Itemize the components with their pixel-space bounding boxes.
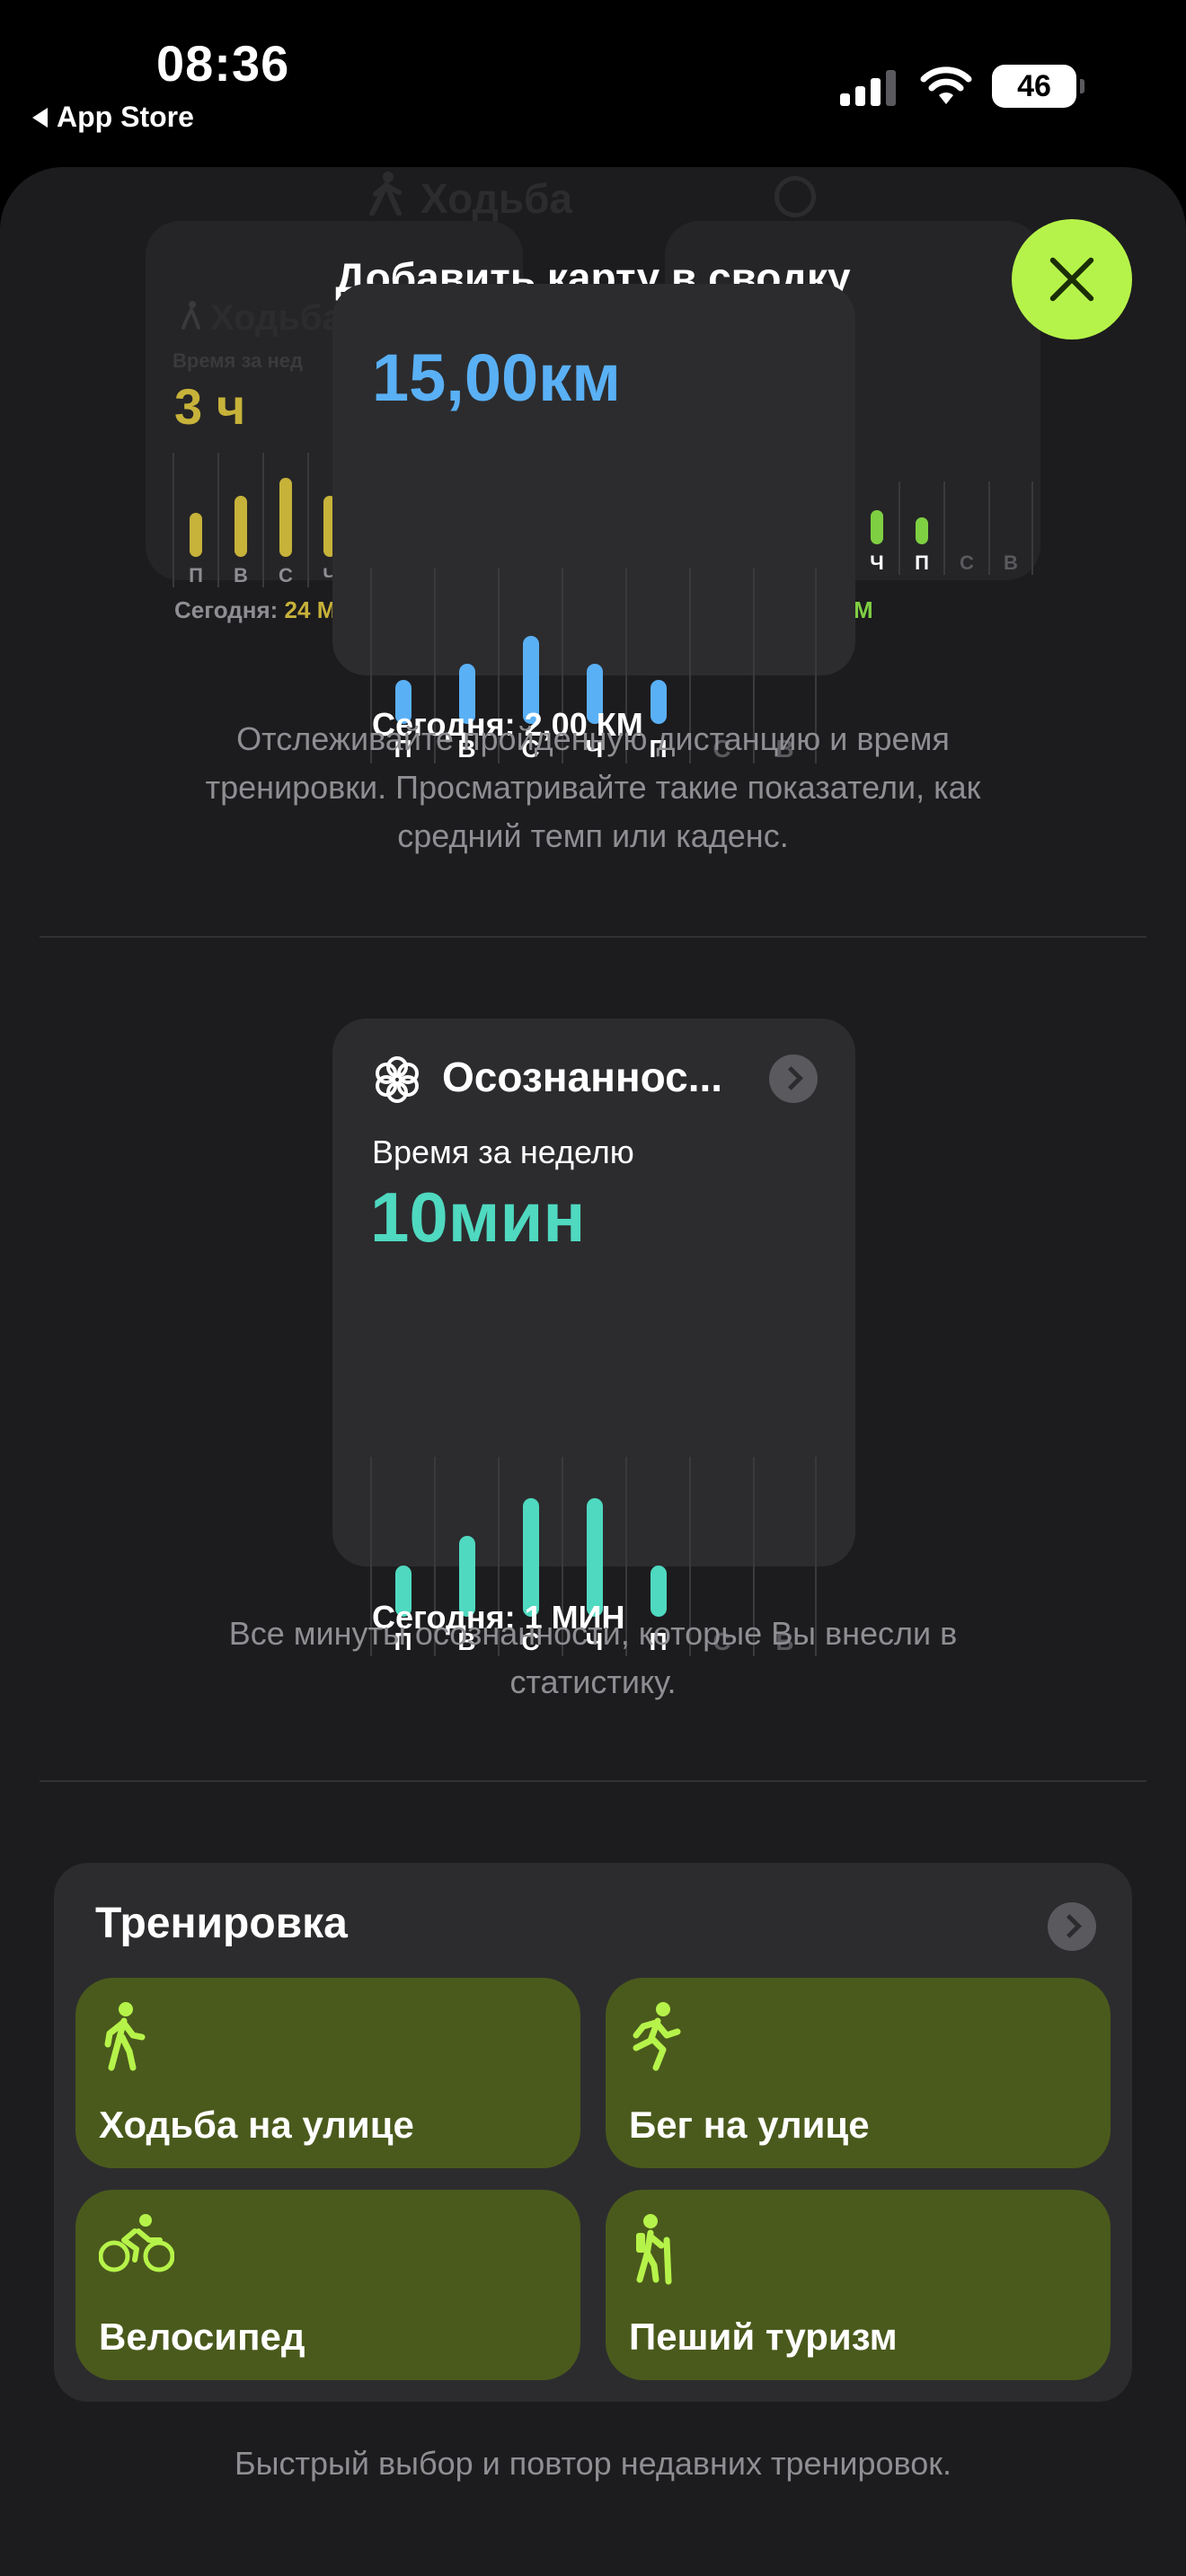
chart-day-label: П [915,551,929,574]
chart-column: П [173,453,217,587]
chart-day-label: П [189,564,203,587]
left-card-value: 3 ч [174,378,246,435]
close-button[interactable] [1012,219,1132,340]
left-card-header: Ходьба [181,298,342,339]
mindfulness-subtitle: Время за неделю [372,1134,634,1170]
back-arrow-icon [32,107,48,128]
walking-distance-value: 15,00км [372,340,621,415]
tile-outdoor-run[interactable]: Бег на улице [606,1978,1111,2168]
chart-bar [190,513,202,557]
hiking-icon [636,2214,672,2285]
chart-column: С [262,453,307,587]
chart-column: Ч [854,481,898,575]
chart-bar [916,517,928,544]
right-card-today-value: М [854,596,873,623]
chart-column: В [217,453,262,587]
separator [40,1780,1146,1782]
chart-column: П [898,481,943,575]
tile-hiking-label: Пеший туризм [629,2316,898,2358]
left-card-chart: ПВСЧ [173,453,352,587]
tile-outdoor-walk-label: Ходьба на улице [99,2104,414,2146]
workout-card[interactable]: Тренировка Ходьба на улице Бег на улице [54,1863,1132,2402]
ghost-header: Ходьба [368,171,572,225]
chart-day-label: В [234,564,248,587]
chart-day-label: В [1004,551,1018,574]
running-icon [633,2002,681,2071]
back-label: App Store [57,101,194,133]
right-card-chart: ЧПСВ [854,481,1033,575]
ghost-title-text: Ходьба [420,174,573,222]
chart-column: В [988,481,1033,575]
chart-day-label: Ч [870,551,884,574]
status-time: 08:36 [156,35,290,92]
ghost-walking-icon [368,171,404,225]
chart-day-label: С [960,551,974,574]
left-card-walking-icon [181,298,201,339]
separator [40,936,1146,938]
mindfulness-card[interactable]: Осознаннос... Время за неделю 10мин ПВСЧ… [332,1019,855,1656]
mindfulness-title: Осознаннос... [442,1054,723,1100]
ghost-chevron-icon [774,176,816,217]
chart-bar [871,510,883,544]
chart-bar [279,478,292,557]
cycling-icon [99,2214,174,2272]
walking-distance-card[interactable]: 15,00км ПВСЧПСВ Сегодня: 2,00 КМ [332,284,855,763]
add-card-sheet: Ходьба Ходьба Время за нед 3 ч П В С Ч Сего… [0,167,1186,2576]
workout-chevron-icon[interactable] [1048,1902,1096,1951]
battery-icon: 46 [992,65,1084,108]
mindfulness-chevron-icon[interactable] [769,1054,818,1103]
workout-title: Тренировка [95,1900,348,1947]
left-card-title: Ходьба [210,298,342,338]
tile-outdoor-run-label: Бег на улице [629,2104,870,2146]
chart-day-label: С [279,564,293,587]
workout-description: Быстрый выбор и повтор недавних трениров… [234,2445,952,2482]
left-card-subtitle: Время за нед [173,349,303,372]
wifi-icon [920,66,972,104]
status-bar: 08:36 App Store 46 [0,0,1186,166]
mindfulness-description: Все минуты осознанности, которые Вы внес… [0,1610,1186,1707]
left-card-today-label: Сегодня: [174,596,279,623]
flower-icon [376,1056,419,1103]
mindfulness-description-text: Все минуты осознанности, которые Вы внес… [228,1615,958,1700]
walking-description-text: Отслеживайте пройденную дистанцию и врем… [205,720,981,854]
left-card-today: Сегодня: 24 М [174,596,336,624]
left-card-today-value: 24 М [284,596,337,623]
tile-cycling[interactable]: Велосипед [75,2190,580,2380]
tile-hiking[interactable]: Пеший туризм [606,2190,1111,2380]
walking-icon [104,2002,146,2071]
back-to-app-store-button[interactable]: App Store [32,101,194,134]
cellular-signal-icon [840,65,896,106]
chart-column: С [943,481,988,575]
mindfulness-value: 10мин [370,1178,586,1257]
tile-cycling-label: Велосипед [99,2316,305,2358]
tile-outdoor-walk[interactable]: Ходьба на улице [75,1978,580,2168]
walking-description: Отслеживайте пройденную дистанцию и врем… [0,715,1186,860]
chart-bar [235,496,247,557]
